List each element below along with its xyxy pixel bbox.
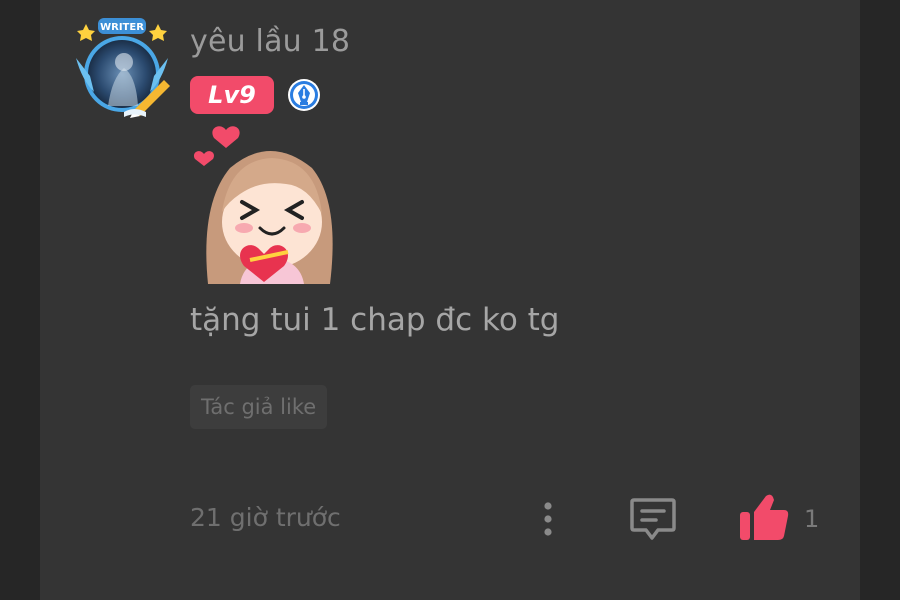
vertical-dots-icon [544,502,552,536]
pen-nib-icon [287,78,321,112]
avatar[interactable]: WRITER [72,18,172,118]
author-liked-tag: Tác giả like [190,385,328,429]
username[interactable]: yêu lầu 18 [190,24,350,59]
reply-button[interactable] [628,494,678,544]
comment-bubble-icon [630,498,676,540]
comment-card: WRITER yêu lầu 18 Lv9 tặng tui 1 chap đc… [40,0,860,600]
avatar-frame-label: WRITER [100,22,144,33]
like-button[interactable] [738,492,790,544]
sticker-image [190,124,350,284]
like-count: 1 [804,505,820,533]
timestamp: 21 giờ trước [190,503,341,532]
comment-text: tặng tui 1 chap đc ko tg [190,302,560,338]
more-options-button[interactable] [534,498,562,540]
right-gutter [860,0,900,600]
left-gutter [0,0,40,600]
level-badge: Lv9 [190,76,274,114]
thumbs-up-icon [740,494,789,540]
